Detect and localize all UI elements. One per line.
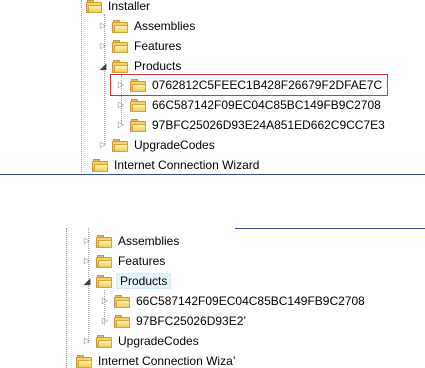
- folder-icon: [92, 158, 108, 172]
- tree-node-label: Internet Connection Wiza’: [98, 354, 236, 368]
- tree-node-product-1[interactable]: ▷ 0762812C5FEEC1B428F26679F2DFAE7C: [116, 75, 384, 95]
- folder-icon: [112, 19, 128, 33]
- folder-icon: [130, 98, 146, 112]
- tree-node-label: Assemblies: [118, 234, 180, 248]
- top-registry-tree-pane: Installer ▷ Assemblies ▷ Features ◢ Prod…: [0, 0, 425, 176]
- tree-node-label: Features: [134, 39, 182, 53]
- tree-node-product-2[interactable]: ▷ 66C587142F09EC04C85BC149FB9C2708: [116, 95, 383, 115]
- folder-icon: [114, 294, 130, 308]
- expand-arrow-icon[interactable]: ▷: [82, 256, 92, 266]
- folder-icon: [130, 78, 146, 92]
- tree-guide: [66, 228, 67, 368]
- tree-node-internet-connection-wizard[interactable]: Internet Connection Wiza’: [62, 351, 237, 368]
- folder-icon: [96, 254, 112, 268]
- tree-node-label: Assemblies: [134, 19, 196, 33]
- tree-node-label: UpgradeCodes: [118, 334, 199, 348]
- expand-placeholder: [78, 160, 88, 170]
- folder-icon: [76, 354, 92, 368]
- tree-node-installer[interactable]: Installer: [86, 0, 152, 16]
- folder-open-icon: [96, 274, 112, 288]
- pane-separator: [0, 174, 425, 175]
- bottom-registry-tree-pane: ▷ Assemblies ▷ Features ◢ Products ▷ 66C…: [0, 228, 425, 368]
- expand-arrow-icon[interactable]: ▷: [116, 80, 126, 90]
- tree-node-product-1[interactable]: ▷ 66C587142F09EC04C85BC149FB9C2708: [100, 291, 367, 311]
- tree-node-label: Products: [134, 59, 182, 73]
- tree-node-products[interactable]: ◢ Products: [98, 56, 183, 76]
- expand-arrow-icon[interactable]: ▷: [82, 336, 92, 346]
- expand-arrow-icon[interactable]: ▷: [100, 296, 110, 306]
- registry-tree: ▷ Assemblies ▷ Features ◢ Products ▷ 66C…: [0, 228, 425, 368]
- folder-icon: [114, 314, 130, 328]
- tree-node-label: Installer: [108, 0, 151, 13]
- folder-icon: [130, 118, 146, 132]
- tree-node-features[interactable]: ▷ Features: [98, 36, 183, 56]
- expand-arrow-icon[interactable]: ▷: [98, 21, 108, 31]
- tree-node-internet-connection-wizard[interactable]: Internet Connection Wizard: [78, 155, 261, 175]
- expand-arrow-icon[interactable]: ▷: [100, 316, 110, 326]
- tree-node-products[interactable]: ◢ Products: [82, 271, 172, 291]
- tree-node-label: 97BFC25026D93E2’: [136, 314, 247, 328]
- collapse-arrow-icon[interactable]: ◢: [98, 61, 108, 71]
- tree-node-label: 66C587142F09EC04C85BC149FB9C2708: [152, 98, 381, 112]
- tree-node-label: 97BFC25026D93E24A851ED662C9CC7E3: [152, 118, 385, 132]
- folder-icon: [112, 138, 128, 152]
- expand-arrow-icon[interactable]: ▷: [116, 120, 126, 130]
- expand-arrow-icon[interactable]: ▷: [98, 140, 108, 150]
- tree-node-label-selected: Products: [116, 273, 172, 289]
- folder-icon: [96, 334, 112, 348]
- expand-placeholder: [62, 356, 72, 366]
- folder-icon: [112, 39, 128, 53]
- tree-node-upgradecodes[interactable]: ▷ UpgradeCodes: [98, 135, 217, 155]
- tree-node-features[interactable]: ▷ Features: [82, 251, 167, 271]
- folder-icon: [96, 234, 112, 248]
- folder-icon: [86, 0, 102, 13]
- tree-guide: [81, 0, 82, 172]
- folder-open-icon: [112, 59, 128, 73]
- collapse-arrow-icon[interactable]: ◢: [82, 276, 92, 286]
- registry-tree: Installer ▷ Assemblies ▷ Features ◢ Prod…: [0, 0, 425, 176]
- tree-node-product-3[interactable]: ▷ 97BFC25026D93E24A851ED662C9CC7E3: [116, 115, 387, 135]
- expand-arrow-icon[interactable]: ▷: [98, 41, 108, 51]
- tree-node-assemblies[interactable]: ▷ Assemblies: [82, 231, 181, 251]
- tree-node-assemblies[interactable]: ▷ Assemblies: [98, 16, 197, 36]
- tree-node-label: 0762812C5FEEC1B428F26679F2DFAE7C: [152, 78, 383, 92]
- expand-arrow-icon[interactable]: ▷: [116, 100, 126, 110]
- tree-node-label: 66C587142F09EC04C85BC149FB9C2708: [136, 294, 365, 308]
- tree-node-product-2[interactable]: ▷ 97BFC25026D93E2’: [100, 311, 248, 331]
- tree-node-upgradecodes[interactable]: ▷ UpgradeCodes: [82, 331, 201, 351]
- tree-node-label: Internet Connection Wizard: [114, 158, 260, 172]
- expand-arrow-icon[interactable]: ▷: [82, 236, 92, 246]
- tree-node-label: UpgradeCodes: [134, 138, 215, 152]
- tree-node-label: Features: [118, 254, 166, 268]
